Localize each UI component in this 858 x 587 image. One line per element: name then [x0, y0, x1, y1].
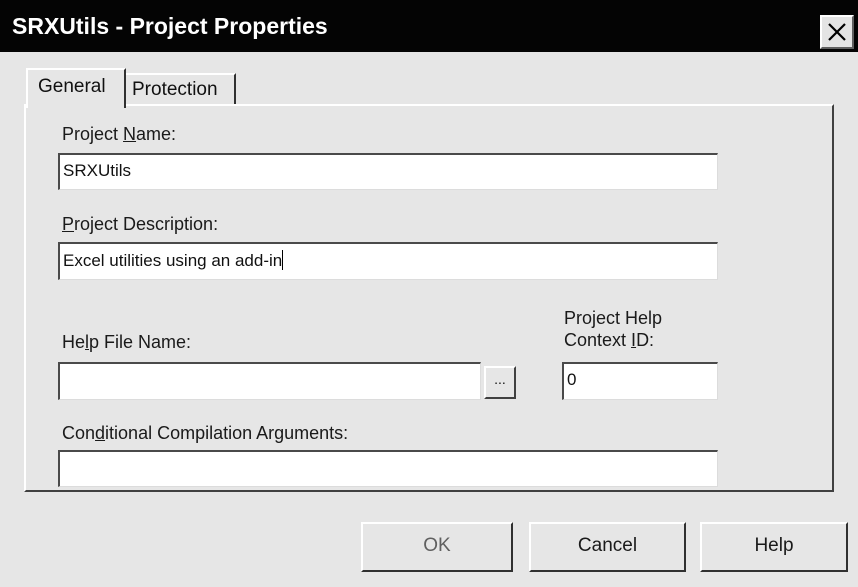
project-properties-dialog: SRXUtils - Project Properties General Pr…: [0, 0, 858, 587]
title-bar: SRXUtils - Project Properties: [0, 0, 858, 52]
tab-general[interactable]: General: [26, 68, 126, 108]
conditional-compilation-label: Conditional Compilation Arguments:: [62, 423, 349, 443]
tab-protection[interactable]: Protection: [126, 73, 236, 106]
project-name-field[interactable]: SRXUtils: [58, 153, 718, 190]
project-description-label: Project Description:: [62, 214, 219, 234]
browse-button[interactable]: ...: [484, 366, 516, 399]
close-button[interactable]: [820, 15, 854, 49]
close-icon: [828, 23, 846, 41]
project-description-field[interactable]: Excel utilities using an add-in: [58, 242, 718, 280]
help-file-name-label: Help File Name:: [62, 332, 192, 352]
cancel-button[interactable]: Cancel: [529, 522, 686, 572]
window-title: SRXUtils - Project Properties: [12, 13, 328, 39]
help-file-name-field[interactable]: [58, 362, 481, 400]
conditional-compilation-field[interactable]: [58, 450, 718, 487]
text-cursor: [282, 250, 284, 270]
ok-button[interactable]: OK: [361, 522, 513, 572]
help-button[interactable]: Help: [700, 522, 848, 572]
help-context-id-label: Project Help Context ID:: [564, 308, 663, 350]
help-context-id-field[interactable]: 0: [562, 362, 718, 400]
project-name-label: Project Name:: [62, 124, 177, 144]
